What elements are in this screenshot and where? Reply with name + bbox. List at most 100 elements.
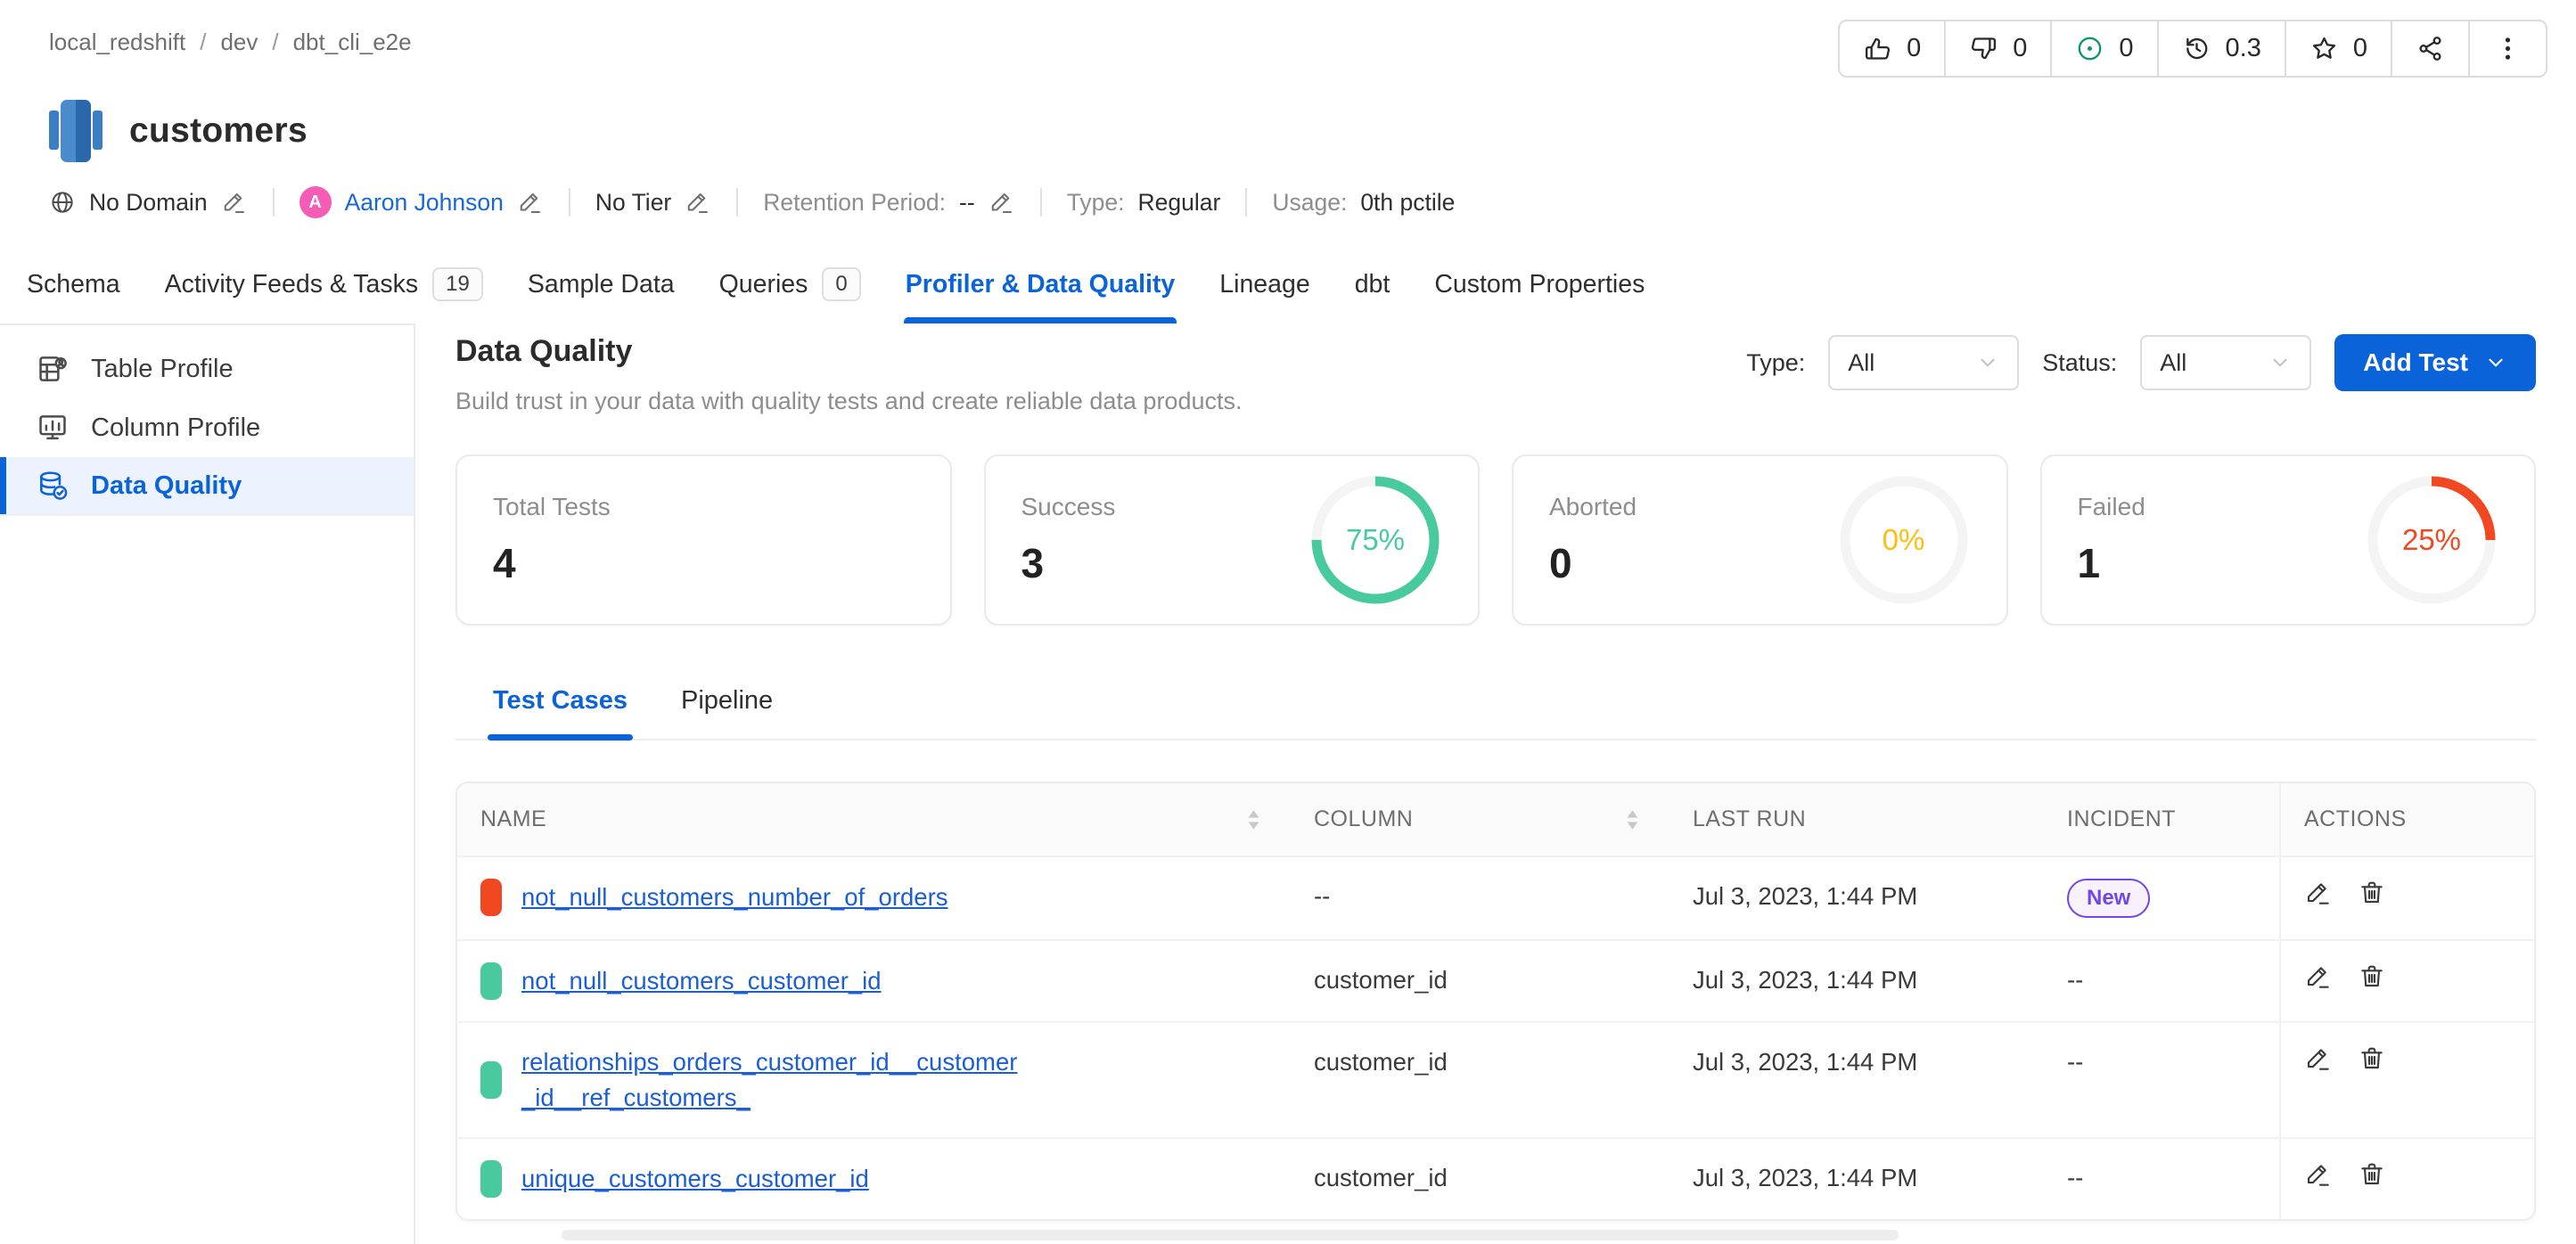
test-case-link[interactable]: unique_customers_customer_id xyxy=(521,1161,869,1197)
horizontal-scrollbar[interactable] xyxy=(562,1230,1899,1240)
breadcrumb-separator: / xyxy=(200,29,206,56)
status-filter-label: Status: xyxy=(2042,349,2117,377)
status-filter-select[interactable]: All xyxy=(2140,335,2311,390)
delete-test-icon[interactable] xyxy=(2358,1160,2386,1189)
add-test-button[interactable]: Add Test xyxy=(2334,334,2536,391)
retention-label: Retention Period: xyxy=(763,189,946,217)
star-icon xyxy=(2309,34,2339,63)
owner-meta: A Aaron Johnson xyxy=(299,186,544,218)
ring-percent-label: 25% xyxy=(2365,473,2498,607)
entity-meta-bar: No Domain A Aaron Johnson No Tier Retent… xyxy=(49,186,2547,218)
tab-lineage[interactable]: Lineage xyxy=(1219,245,1309,323)
profiler-sidebar: Table Profile Column Profile Data Qualit… xyxy=(0,323,415,1244)
sidebar-item-data-quality[interactable]: Data Quality xyxy=(0,457,414,516)
card-label: Success xyxy=(1021,493,1116,521)
domain-meta: No Domain xyxy=(49,189,248,217)
type-filter-select[interactable]: All xyxy=(1828,335,2019,390)
tab-pipeline[interactable]: Pipeline xyxy=(681,686,773,739)
total-tests-card: Total Tests 4 xyxy=(455,454,952,626)
table-row: relationships_orders_customer_id__custom… xyxy=(457,1022,2534,1138)
test-last-run: Jul 3, 2023, 1:44 PM xyxy=(1693,1048,1917,1076)
edit-test-icon[interactable] xyxy=(2304,962,2333,991)
delete-test-icon[interactable] xyxy=(2358,1044,2386,1073)
tab-count-badge: 0 xyxy=(822,267,860,301)
test-case-link[interactable]: relationships_orders_customer_id__custom… xyxy=(521,1044,1021,1116)
tab-label: Sample Data xyxy=(528,270,675,299)
sort-icon[interactable] xyxy=(1247,809,1260,831)
incident-count-button[interactable]: 0 xyxy=(2050,21,2156,76)
edit-tier-icon[interactable] xyxy=(685,189,711,216)
tab-custom-properties[interactable]: Custom Properties xyxy=(1434,245,1645,323)
tab-test-cases[interactable]: Test Cases xyxy=(493,686,628,739)
version-history-button[interactable]: 0.3 xyxy=(2157,21,2285,76)
downvote-button[interactable]: 0 xyxy=(1944,21,2050,76)
globe-icon xyxy=(49,189,76,216)
delete-test-icon[interactable] xyxy=(2358,962,2386,991)
meta-divider xyxy=(1245,188,1247,217)
table-row: not_null_customers_number_of_orders -- J… xyxy=(457,856,2534,940)
incident-empty: -- xyxy=(2067,966,2083,994)
breadcrumb-schema[interactable]: dbt_cli_e2e xyxy=(293,29,412,56)
share-button[interactable] xyxy=(2391,21,2468,76)
edit-test-icon[interactable] xyxy=(2304,1160,2333,1189)
edit-retention-icon[interactable] xyxy=(989,189,1015,216)
downvote-count: 0 xyxy=(2013,34,2027,63)
meta-divider xyxy=(569,188,570,217)
edit-test-icon[interactable] xyxy=(2304,1044,2333,1073)
owner-avatar[interactable]: A xyxy=(299,186,332,218)
data-quality-panel: Data Quality Build trust in your data wi… xyxy=(415,323,2576,1244)
edit-test-icon[interactable] xyxy=(2304,879,2333,907)
aborted-ring: 0% xyxy=(1837,473,1971,607)
failed-ring: 25% xyxy=(2365,473,2498,607)
status-filter-value: All xyxy=(2160,349,2186,377)
more-options-button[interactable] xyxy=(2468,21,2546,76)
delete-test-icon[interactable] xyxy=(2358,879,2386,907)
edit-owner-icon[interactable] xyxy=(517,189,544,216)
tab-schema[interactable]: Schema xyxy=(27,245,120,323)
tab-profiler-data-quality[interactable]: Profiler & Data Quality xyxy=(906,245,1176,323)
incident-new-badge[interactable]: New xyxy=(2067,879,2150,918)
tab-label: Profiler & Data Quality xyxy=(906,270,1176,299)
kebab-menu-icon xyxy=(2493,34,2523,63)
panel-description: Build trust in your data with quality te… xyxy=(455,385,1242,417)
test-status-indicator-success xyxy=(480,962,502,1000)
test-view-tabs: Test Cases Pipeline xyxy=(455,686,2536,741)
tab-activity-feeds[interactable]: Activity Feeds & Tasks 19 xyxy=(165,245,483,323)
column-header-last-run: LAST RUN xyxy=(1693,806,1806,831)
sidebar-item-label: Table Profile xyxy=(91,355,234,384)
card-label: Aborted xyxy=(1549,493,1637,521)
panel-title: Data Quality xyxy=(455,334,1242,369)
app-page: local_redshift / dev / dbt_cli_e2e 0 0 0 xyxy=(0,0,2576,1244)
sidebar-item-label: Column Profile xyxy=(91,413,260,443)
upvote-button[interactable]: 0 xyxy=(1840,21,1944,76)
sort-icon[interactable] xyxy=(1626,809,1639,831)
entity-header: local_redshift / dev / dbt_cli_e2e 0 0 0 xyxy=(0,0,2576,218)
star-button[interactable]: 0 xyxy=(2285,21,2391,76)
edit-domain-icon[interactable] xyxy=(221,189,248,216)
column-header-column: COLUMN xyxy=(1314,806,1413,832)
sidebar-item-table-profile[interactable]: Table Profile xyxy=(0,340,414,398)
type-filter-value: All xyxy=(1848,349,1875,377)
owner-name-link[interactable]: Aaron Johnson xyxy=(345,189,504,217)
card-value: 3 xyxy=(1021,539,1116,587)
breadcrumb-service[interactable]: local_redshift xyxy=(49,29,185,56)
sidebar-item-column-profile[interactable]: Column Profile xyxy=(0,398,414,457)
breadcrumb-database[interactable]: dev xyxy=(220,29,258,56)
table-row: unique_customers_customer_id customer_id… xyxy=(457,1138,2534,1219)
test-last-run: Jul 3, 2023, 1:44 PM xyxy=(1693,882,1917,910)
entity-action-toolbar: 0 0 0 0.3 0 xyxy=(1838,20,2547,78)
tab-queries[interactable]: Queries 0 xyxy=(719,245,861,323)
test-case-link[interactable]: not_null_customers_number_of_orders xyxy=(521,880,948,915)
tab-sample-data[interactable]: Sample Data xyxy=(528,245,675,323)
history-clock-icon xyxy=(2182,34,2211,63)
incident-empty: -- xyxy=(2067,1048,2083,1076)
table-header-row: NAME COLUMN LAST RUN INCIDENT ACTIONS xyxy=(457,783,2534,856)
add-test-label: Add Test xyxy=(2363,348,2468,377)
meta-divider xyxy=(736,188,738,217)
test-status-indicator-success xyxy=(480,1061,502,1099)
card-value: 0 xyxy=(1549,539,1637,587)
tab-dbt[interactable]: dbt xyxy=(1355,245,1391,323)
test-case-link[interactable]: not_null_customers_customer_id xyxy=(521,963,882,999)
tab-label: Queries xyxy=(719,270,808,299)
tier-label: No Tier xyxy=(595,189,671,217)
